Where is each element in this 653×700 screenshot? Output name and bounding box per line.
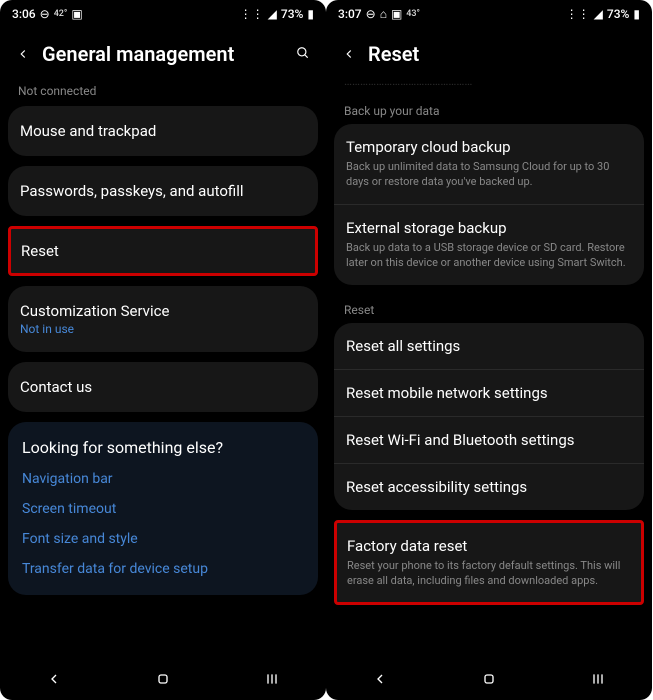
signal-icon: ◢ xyxy=(268,7,277,21)
signal-icon: ◢ xyxy=(594,7,603,21)
do-not-disturb-icon: ⊖ xyxy=(366,7,376,21)
content-right: ………………………………………… Back up your data Tempo… xyxy=(326,80,652,662)
status-left: 3:07 ⊖ ⌂ ▣ 43° xyxy=(338,7,420,21)
backup-section-label: Back up your data xyxy=(334,96,644,124)
item-title: Factory data reset xyxy=(347,537,631,555)
looking-card: Looking for something else? Navigation b… xyxy=(8,422,318,595)
status-temp: 43° xyxy=(406,9,420,19)
status-bar: 3:07 ⊖ ⌂ ▣ 43° ⋮⋮ ◢ 73% ▮ xyxy=(326,0,652,28)
battery-percent: 73% xyxy=(607,7,629,21)
nav-home-icon[interactable] xyxy=(155,671,171,691)
status-right: ⋮⋮ ◢ 73% ▮ xyxy=(566,7,640,21)
item-sublabel: Not in use xyxy=(20,322,306,336)
phone-right: 3:07 ⊖ ⌂ ▣ 43° ⋮⋮ ◢ 73% ▮ Reset ……………………… xyxy=(326,0,652,700)
search-icon[interactable] xyxy=(296,44,310,65)
item-label: Reset xyxy=(21,242,305,260)
item-label: Customization Service xyxy=(20,302,306,320)
status-time: 3:06 xyxy=(12,7,36,21)
nav-back-icon[interactable] xyxy=(372,671,388,691)
item-title: Reset mobile network settings xyxy=(346,384,632,402)
status-left: 3:06 ⊖ 42° ▣ xyxy=(12,7,83,21)
reset-wifi-bt-item[interactable]: Reset Wi-Fi and Bluetooth settings xyxy=(334,417,644,464)
external-backup-item[interactable]: External storage backup Back up data to … xyxy=(334,205,644,285)
passwords-item[interactable]: Passwords, passkeys, and autofill xyxy=(8,166,318,216)
nav-back-icon[interactable] xyxy=(46,671,62,691)
reset-card: Reset all settings Reset mobile network … xyxy=(334,323,644,510)
item-label: Passwords, passkeys, and autofill xyxy=(20,182,306,200)
app-icon: ⌂ xyxy=(380,7,387,21)
not-connected-label: Not connected xyxy=(8,80,318,106)
item-desc: Back up unlimited data to Samsung Cloud … xyxy=(346,159,632,190)
header: General management xyxy=(0,28,326,80)
item-title: External storage backup xyxy=(346,219,632,237)
reset-section-label: Reset xyxy=(334,295,644,323)
item-desc: Reset your phone to its factory default … xyxy=(347,558,631,589)
image-icon: ▣ xyxy=(391,7,402,21)
link-font-size[interactable]: Font size and style xyxy=(22,531,304,547)
phone-left: 3:06 ⊖ 42° ▣ ⋮⋮ ◢ 73% ▮ General manageme… xyxy=(0,0,326,700)
content-left: Not connected Mouse and trackpad Passwor… xyxy=(0,80,326,662)
truncated-text: ………………………………………… xyxy=(334,80,644,96)
nav-home-icon[interactable] xyxy=(481,671,497,691)
item-label: Contact us xyxy=(20,378,306,396)
customization-item[interactable]: Customization Service Not in use xyxy=(8,286,318,352)
item-title: Reset accessibility settings xyxy=(346,478,632,496)
do-not-disturb-icon: ⊖ xyxy=(40,7,50,21)
nav-recents-icon[interactable] xyxy=(264,671,280,691)
battery-icon: ▮ xyxy=(307,7,314,21)
nav-bar xyxy=(0,662,326,700)
cloud-backup-item[interactable]: Temporary cloud backup Back up unlimited… xyxy=(334,124,644,205)
item-title: Reset Wi-Fi and Bluetooth settings xyxy=(346,431,632,449)
page-title: General management xyxy=(42,42,284,66)
reset-mobile-item[interactable]: Reset mobile network settings xyxy=(334,370,644,417)
mouse-trackpad-item[interactable]: Mouse and trackpad xyxy=(8,106,318,156)
item-title: Reset all settings xyxy=(346,337,632,355)
link-transfer-data[interactable]: Transfer data for device setup xyxy=(22,561,304,577)
back-icon[interactable] xyxy=(342,42,356,66)
reset-item[interactable]: Reset xyxy=(8,226,318,276)
item-label: Mouse and trackpad xyxy=(20,122,306,140)
link-screen-timeout[interactable]: Screen timeout xyxy=(22,501,304,517)
item-desc: Back up data to a USB storage device or … xyxy=(346,240,632,271)
battery-percent: 73% xyxy=(281,7,303,21)
contact-item[interactable]: Contact us xyxy=(8,362,318,412)
factory-reset-item[interactable]: Factory data reset Reset your phone to i… xyxy=(337,523,641,603)
nav-recents-icon[interactable] xyxy=(590,671,606,691)
item-title: Temporary cloud backup xyxy=(346,138,632,156)
image-icon: ▣ xyxy=(71,7,82,21)
status-right: ⋮⋮ ◢ 73% ▮ xyxy=(240,7,314,21)
reset-all-item[interactable]: Reset all settings xyxy=(334,323,644,370)
backup-card: Temporary cloud backup Back up unlimited… xyxy=(334,124,644,285)
back-icon[interactable] xyxy=(16,42,30,66)
status-temp: 42° xyxy=(54,9,68,19)
wifi-icon: ⋮⋮ xyxy=(240,7,264,21)
link-navigation-bar[interactable]: Navigation bar xyxy=(22,471,304,487)
factory-reset-card: Factory data reset Reset your phone to i… xyxy=(334,520,644,606)
page-title: Reset xyxy=(368,42,636,66)
reset-accessibility-item[interactable]: Reset accessibility settings xyxy=(334,464,644,510)
wifi-icon: ⋮⋮ xyxy=(566,7,590,21)
header: Reset xyxy=(326,28,652,80)
nav-bar xyxy=(326,662,652,700)
looking-title: Looking for something else? xyxy=(22,438,304,457)
battery-icon: ▮ xyxy=(633,7,640,21)
status-time: 3:07 xyxy=(338,7,362,21)
status-bar: 3:06 ⊖ 42° ▣ ⋮⋮ ◢ 73% ▮ xyxy=(0,0,326,28)
